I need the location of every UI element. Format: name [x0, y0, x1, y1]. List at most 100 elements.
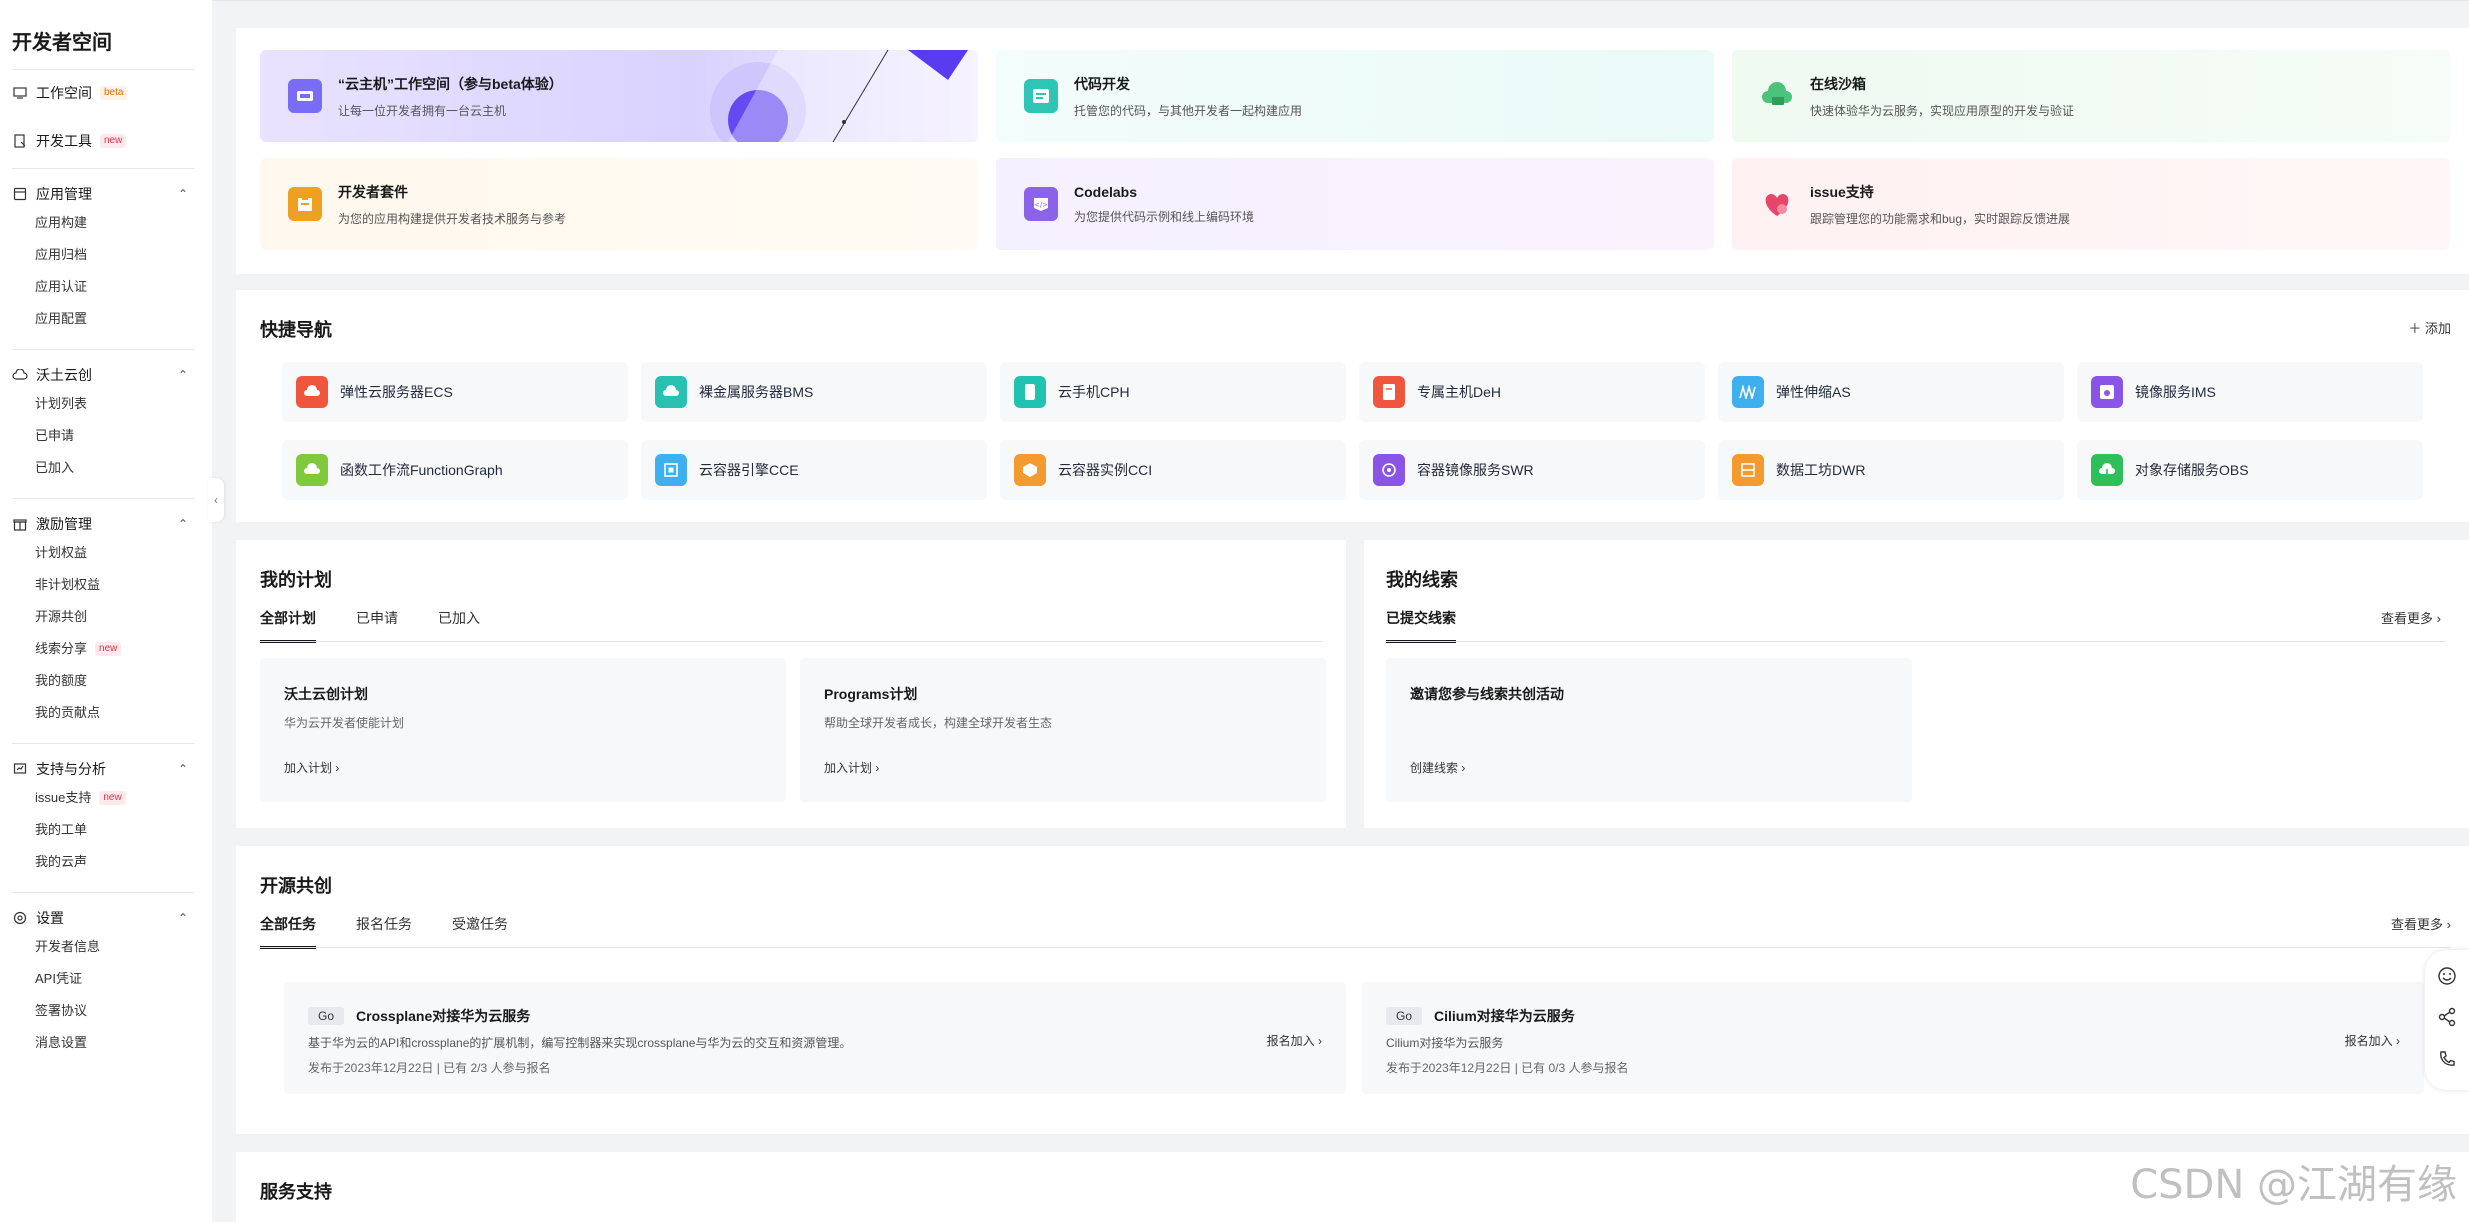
quicknav-label: 裸金属服务器BMS — [699, 384, 814, 400]
banner-cloud-host[interactable]: “云主机”工作空间（参与beta体验） 让每一位开发者拥有一台云主机 — [260, 50, 978, 142]
sidebar-item-my-quota[interactable]: 我的额度 — [12, 665, 212, 697]
sidebar-item-dev-info[interactable]: 开发者信息 — [12, 931, 212, 963]
signup-button[interactable]: 报名加入 › — [1267, 1032, 1322, 1049]
sidebar-item-my-tickets[interactable]: 我的工单 — [12, 814, 212, 846]
sidebar-title: 开发者空间 — [12, 32, 112, 54]
service-support-title: 服务支持 — [260, 1182, 332, 1202]
tab-applied[interactable]: 已申请 — [356, 608, 398, 643]
quicknav-label: 函数工作流FunctionGraph — [340, 462, 503, 478]
chevron-up-icon[interactable]: ⌃ — [178, 911, 188, 925]
sidebar-item-lead-share[interactable]: 线索分享 new — [12, 633, 212, 665]
create-lead-label: 创建线索 — [1410, 761, 1459, 775]
app-box-icon — [12, 186, 28, 202]
lead-invite-card[interactable]: 邀请您参与线索共创活动 创建线索 › — [1386, 658, 1912, 802]
sidebar-item-app-config[interactable]: 应用配置 — [12, 303, 212, 335]
quicknav-swr[interactable]: 容器镜像服务SWR — [1359, 440, 1705, 500]
sidebar-item-my-voice[interactable]: 我的云声 — [12, 846, 212, 878]
banner-title: issue支持 — [1810, 183, 1874, 200]
beta-badge: beta — [100, 86, 128, 100]
add-shortcut-button[interactable]: ＋ 添加 — [2408, 318, 2451, 337]
container-engine-icon — [655, 454, 687, 486]
create-lead-link[interactable]: 创建线索 › — [1410, 759, 1465, 776]
banner-title: “云主机”工作空间（参与beta体验） — [338, 75, 563, 92]
decor-shapes — [710, 50, 978, 142]
sidebar-group-wotu[interactable]: 沃土云创 ⌃ — [12, 362, 194, 388]
chevron-up-icon[interactable]: ⌃ — [178, 368, 188, 382]
tab-invited-tasks[interactable]: 受邀任务 — [452, 914, 508, 949]
tab-submitted-leads[interactable]: 已提交线索 — [1386, 608, 1456, 643]
quicknav-functiongraph[interactable]: 函数工作流FunctionGraph — [282, 440, 628, 500]
signup-button[interactable]: 报名加入 › — [2345, 1032, 2400, 1049]
code-dev-icon — [1024, 79, 1058, 113]
monitor-icon — [12, 85, 28, 101]
banner-text: “云主机”工作空间（参与beta体验） 让每一位开发者拥有一台云主机 — [338, 74, 563, 119]
banner-sandbox[interactable]: 在线沙箱 快速体验华为云服务，实现应用原型的开发与验证 — [1732, 50, 2450, 142]
quicknav-obs[interactable]: 对象存储服务OBS — [2077, 440, 2423, 500]
chevron-up-icon[interactable]: ⌃ — [178, 187, 188, 201]
banner-toolkit[interactable]: 开发者套件 为您的应用构建提供开发者技术服务与参考 — [260, 158, 978, 250]
quicknav-cce[interactable]: 云容器引擎CCE — [641, 440, 987, 500]
join-plan-link[interactable]: 加入计划 › — [824, 759, 879, 776]
phone-call-icon[interactable] — [2437, 1049, 2457, 1074]
sidebar-collapse-handle[interactable]: ‹ — [208, 478, 224, 522]
task-card-crossplane[interactable]: Go Crossplane对接华为云服务 基于华为云的API和crossplan… — [284, 982, 1346, 1094]
sidebar-item-plan-benefits[interactable]: 计划权益 — [12, 537, 212, 569]
sidebar-item-app-cert[interactable]: 应用认证 — [12, 271, 212, 303]
plan-desc: 华为云开发者使能计划 — [284, 716, 405, 730]
sidebar-item-agreements[interactable]: 签署协议 — [12, 995, 212, 1027]
banner-code-dev[interactable]: 代码开发 托管您的代码，与其他开发者一起构建应用 — [996, 50, 1714, 142]
banner-codelabs[interactable]: </> Codelabs 为您提供代码示例和线上编码环境 — [996, 158, 1714, 250]
tab-all-plans[interactable]: 全部计划 — [260, 608, 316, 643]
sidebar-item-api-cred[interactable]: API凭证 — [12, 963, 212, 995]
quicknav-ecs[interactable]: 弹性云服务器ECS — [282, 362, 628, 422]
quicknav-cci[interactable]: 云容器实例CCI — [1000, 440, 1346, 500]
sidebar-group-incentive[interactable]: 激励管理 ⌃ — [12, 511, 194, 537]
sidebar-item-dev-tools[interactable]: 开发工具 new — [12, 128, 212, 154]
quicknav-as[interactable]: 弹性伸缩AS — [1718, 362, 2064, 422]
quicknav-dwr[interactable]: 数据工坊DWR — [1718, 440, 2064, 500]
sidebar-item-plan-list[interactable]: 计划列表 — [12, 388, 212, 420]
codelabs-icon: </> — [1024, 187, 1058, 221]
sidebar-group-settings[interactable]: 设置 ⌃ — [12, 905, 194, 931]
banner-title: 在线沙箱 — [1810, 75, 1866, 92]
sidebar-item-app-build[interactable]: 应用构建 — [12, 207, 212, 239]
sidebar-item-applied[interactable]: 已申请 — [12, 420, 212, 452]
chevron-up-icon[interactable]: ⌃ — [178, 762, 188, 776]
tab-signup-tasks[interactable]: 报名任务 — [356, 914, 412, 949]
banner-issue[interactable]: issue支持 跟踪管理您的功能需求和bug，实时跟踪反馈进展 — [1732, 158, 2450, 250]
divider — [12, 69, 194, 70]
task-card-cilium[interactable]: Go Cilium对接华为云服务 Cilium对接华为云服务 发布于2023年1… — [1362, 982, 2424, 1094]
sidebar-item-my-points[interactable]: 我的贡献点 — [12, 697, 212, 729]
quicknav-ims[interactable]: 镜像服务IMS — [2077, 362, 2423, 422]
sidebar-item-issue-support[interactable]: issue支持 new — [12, 782, 212, 814]
quicknav-bms[interactable]: 裸金属服务器BMS — [641, 362, 987, 422]
plan-card-programs[interactable]: Programs计划 帮助全球开发者成长，构建全球开发者生态 加入计划 › — [800, 658, 1326, 802]
gear-icon — [12, 910, 28, 926]
view-more-link[interactable]: 查看更多 › — [2381, 608, 2441, 627]
sidebar-item-workspace[interactable]: 工作空间 beta — [12, 80, 212, 106]
sidebar-item-non-plan-benefits[interactable]: 非计划权益 — [12, 569, 212, 601]
quicknav-label: 数据工坊DWR — [1776, 462, 1866, 478]
watermark-text: CSDN @江湖有缘 — [2130, 1162, 2457, 1208]
tab-joined[interactable]: 已加入 — [438, 608, 480, 643]
sidebar-group-app-management[interactable]: 应用管理 ⌃ — [12, 181, 194, 207]
tabs-divider — [260, 641, 1322, 642]
join-plan-link[interactable]: 加入计划 › — [284, 759, 339, 776]
view-more-link[interactable]: 查看更多 › — [2391, 914, 2451, 933]
sidebar-item-open-source[interactable]: 开源共创 — [12, 601, 212, 633]
quicknav-cph[interactable]: 云手机CPH — [1000, 362, 1346, 422]
tab-all-tasks[interactable]: 全部任务 — [260, 914, 316, 949]
quicknav-deh[interactable]: 专属主机DeH — [1359, 362, 1705, 422]
smile-feedback-icon[interactable] — [2437, 966, 2457, 991]
share-icon[interactable] — [2437, 1007, 2457, 1032]
banner-title: 代码开发 — [1074, 75, 1130, 92]
sidebar-item-app-archive[interactable]: 应用归档 — [12, 239, 212, 271]
my-leads-card: 我的线索 已提交线索 查看更多 › 邀请您参与线索共创活动 创建线索 › — [1364, 540, 2469, 828]
task-head: Go Crossplane对接华为云服务 — [308, 1006, 1322, 1026]
language-badge: Go — [1386, 1007, 1423, 1025]
sidebar-item-msg-settings[interactable]: 消息设置 — [12, 1027, 212, 1059]
sidebar-group-support[interactable]: 支持与分析 ⌃ — [12, 756, 194, 782]
sidebar-item-joined[interactable]: 已加入 — [12, 452, 212, 484]
plan-card-wotu[interactable]: 沃土云创计划 华为云开发者使能计划 加入计划 › — [260, 658, 786, 802]
chevron-up-icon[interactable]: ⌃ — [178, 517, 188, 531]
